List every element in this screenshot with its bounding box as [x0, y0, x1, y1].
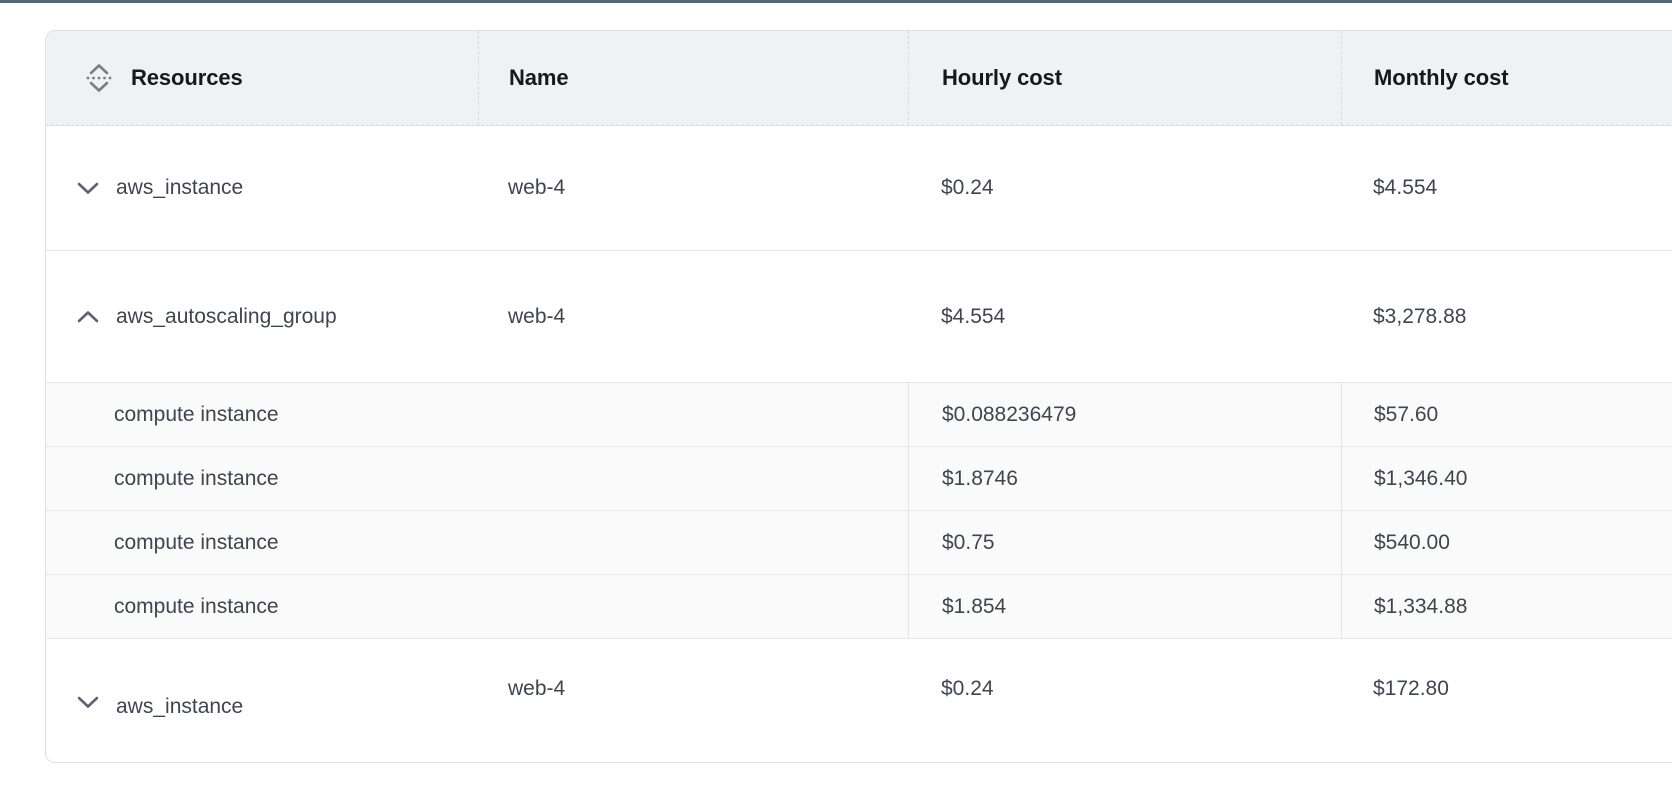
column-header-label: Monthly cost	[1374, 65, 1508, 91]
name-cell	[478, 447, 908, 510]
sub-resource-row: compute instance $1.8746 $1,346.40	[46, 446, 1672, 510]
column-header-label: Resources	[131, 65, 243, 91]
sub-resource-label: compute instance	[46, 575, 478, 638]
column-header-monthly-cost: Monthly cost	[1341, 31, 1672, 125]
monthly-cost-cell: $1,346.40	[1341, 447, 1672, 510]
name-cell: web-4	[478, 639, 908, 762]
sub-resource-label: compute instance	[46, 511, 478, 574]
sub-resource-row: compute instance $1.854 $1,334.88	[46, 574, 1672, 638]
hourly-cost-cell: $1.854	[908, 575, 1341, 638]
resource-cell: aws_instance	[46, 639, 478, 762]
sub-resource-row: compute instance $0.088236479 $57.60	[46, 382, 1672, 446]
monthly-cost-cell: $1,334.88	[1341, 575, 1672, 638]
sub-resource-label: compute instance	[46, 447, 478, 510]
resource-cost-table: Resources Name Hourly cost Monthly cost …	[45, 30, 1672, 763]
name-cell: web-4	[478, 126, 908, 250]
monthly-cost-cell: $57.60	[1341, 383, 1672, 446]
drag-reorder-icon[interactable]	[86, 62, 112, 94]
resource-label: aws_instance	[116, 176, 243, 200]
table-row[interactable]: aws_instance web-4 $0.24 $4.554	[46, 126, 1672, 251]
chevron-down-icon[interactable]	[77, 695, 99, 709]
hourly-cost-cell: $1.8746	[908, 447, 1341, 510]
table-row[interactable]: aws_instance web-4 $0.24 $172.80	[46, 638, 1672, 762]
chevron-down-icon[interactable]	[77, 181, 99, 195]
monthly-cost-cell: $540.00	[1341, 511, 1672, 574]
column-header-resources: Resources	[46, 31, 478, 125]
column-header-hourly-cost: Hourly cost	[908, 31, 1341, 125]
monthly-cost-cell: $3,278.88	[1341, 251, 1672, 382]
name-cell	[478, 575, 908, 638]
table-header-row: Resources Name Hourly cost Monthly cost	[46, 31, 1672, 126]
hourly-cost-cell: $4.554	[908, 251, 1341, 382]
name-cell	[478, 511, 908, 574]
column-header-label: Hourly cost	[942, 65, 1062, 91]
resource-cell: aws_autoscaling_group	[46, 251, 478, 382]
monthly-cost-cell: $172.80	[1341, 639, 1672, 762]
table-row[interactable]: aws_autoscaling_group web-4 $4.554 $3,27…	[46, 251, 1672, 382]
sub-resource-label: compute instance	[46, 383, 478, 446]
hourly-cost-cell: $0.75	[908, 511, 1341, 574]
resource-cell: aws_instance	[46, 126, 478, 250]
top-accent-bar	[0, 0, 1672, 3]
chevron-up-icon[interactable]	[77, 310, 99, 324]
column-header-name: Name	[478, 31, 908, 125]
name-cell: web-4	[478, 251, 908, 382]
resource-label: aws_instance	[116, 695, 243, 719]
name-cell	[478, 383, 908, 446]
sub-resource-row: compute instance $0.75 $540.00	[46, 510, 1672, 574]
resource-label: aws_autoscaling_group	[116, 305, 337, 329]
column-header-label: Name	[509, 65, 569, 91]
hourly-cost-cell: $0.24	[908, 639, 1341, 762]
hourly-cost-cell: $0.088236479	[908, 383, 1341, 446]
hourly-cost-cell: $0.24	[908, 126, 1341, 250]
monthly-cost-cell: $4.554	[1341, 126, 1672, 250]
